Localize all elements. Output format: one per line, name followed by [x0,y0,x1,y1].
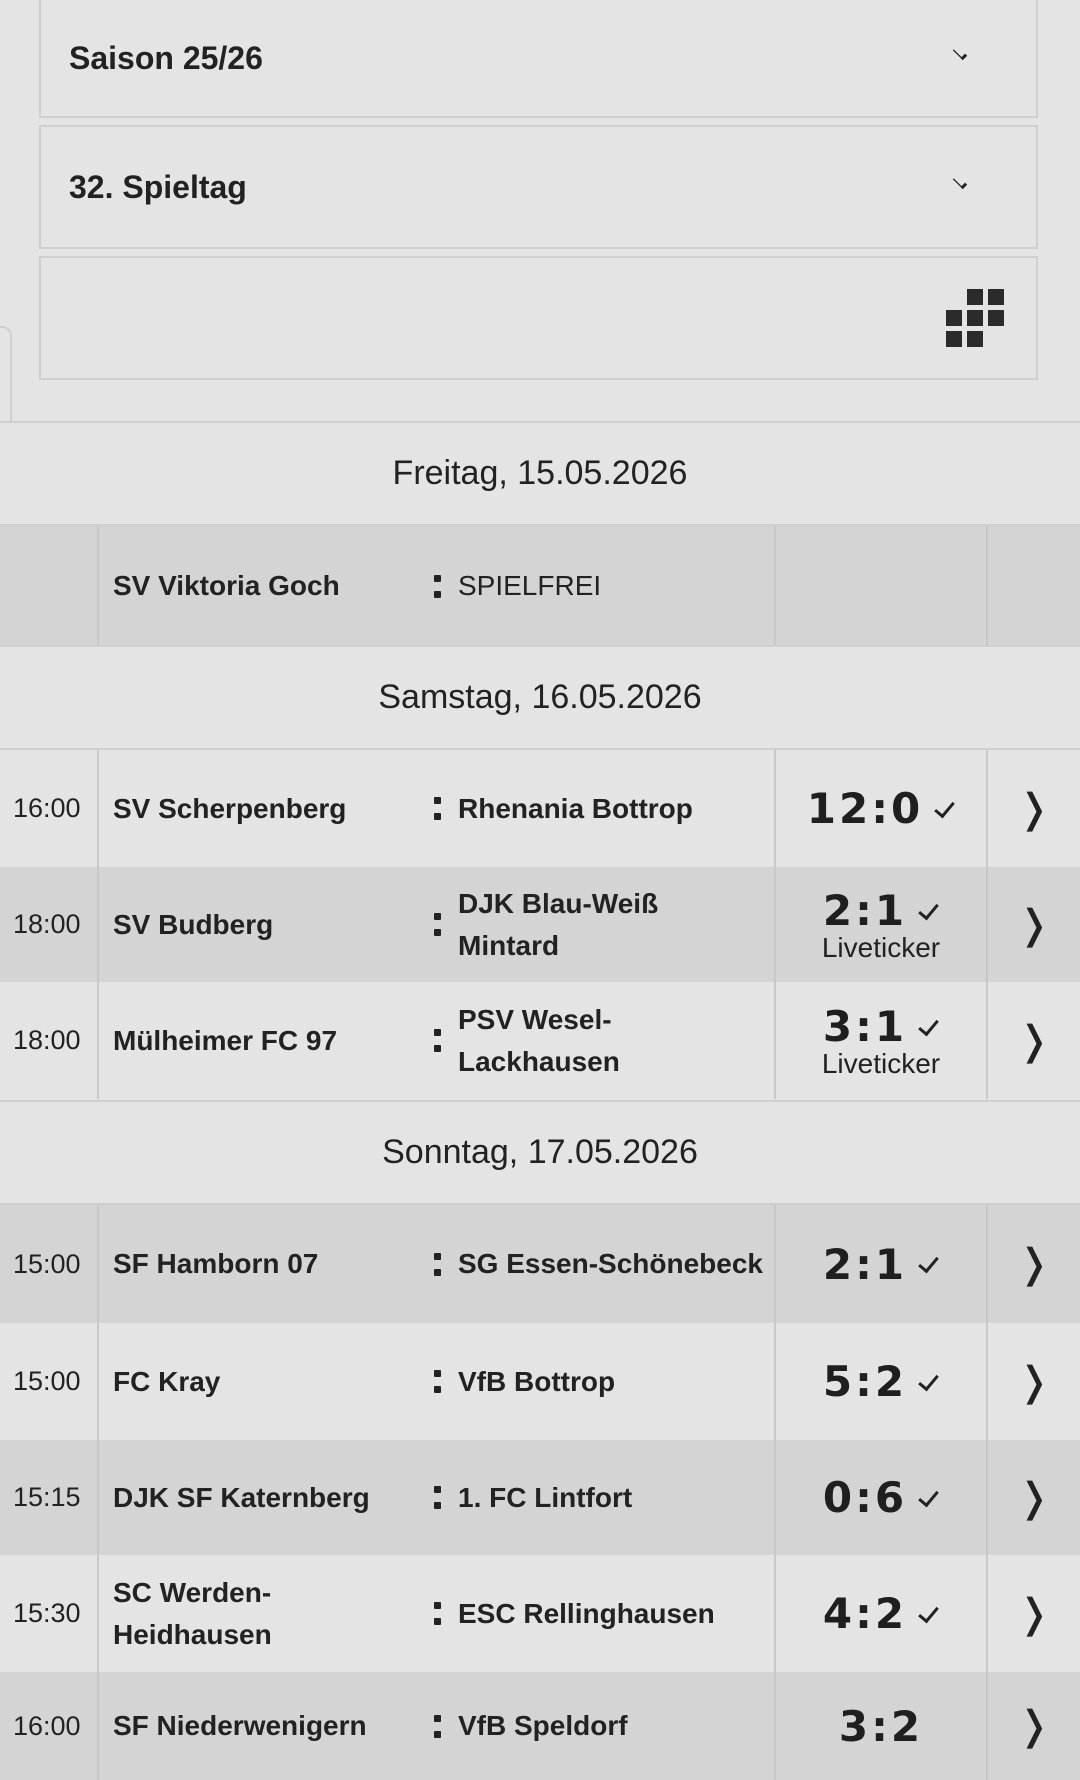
chevron-right-icon[interactable]: ❭ [986,1555,1080,1672]
day-date: Freitag, 15.05.2026 [392,454,688,492]
view-toggle-bar[interactable] [39,256,1038,380]
chevron-right-icon[interactable]: ❭ [986,1672,1080,1780]
match-score-cell: 12:0 [774,750,986,867]
away-team: SG Essen-Schönebeck [458,1248,764,1279]
grid-icon[interactable] [946,289,1004,347]
vs-separator [426,1323,448,1440]
match-row[interactable]: 18:00 Mülheimer FC 97 PSV Wesel-Lackhaus… [0,982,1080,1099]
vs-separator [426,867,448,982]
vs-separator [426,526,448,646]
match-time [0,526,99,646]
home-team: SF Hamborn 07 [113,1248,319,1279]
checkmark-icon [915,1252,939,1276]
match-row[interactable]: 15:30 SC Werden-Heidhausen ESC Rellingha… [0,1555,1080,1672]
away-team: PSV Wesel-Lackhausen [448,982,774,1099]
season-select-label: Saison 25/26 [69,39,263,76]
liveticker-link[interactable]: Liveticker [822,933,940,963]
match-score-cell: 3:2 [774,1672,986,1780]
match-time: 18:00 [0,867,99,982]
away-team: VfB Bottrop [458,1365,616,1397]
day-header: Freitag, 15.05.2026 [0,421,1080,526]
checkmark-icon [915,1015,939,1039]
match-time: 15:15 [0,1440,99,1555]
home-team: SV Budberg [113,908,274,940]
checkmark-icon [915,1486,939,1510]
away-team: SPIELFREI [458,570,602,601]
match-score: 3:1 [822,1002,908,1051]
day-date: Samstag, 16.05.2026 [378,678,702,716]
match-score-cell: 2:1 [774,1205,986,1323]
match-score: 3:2 [838,1701,924,1751]
away-team: Rhenania Bottrop [458,792,693,824]
match-score-cell [774,526,986,646]
home-team: Mülheimer FC 97 [113,1024,338,1056]
match-score: 12:0 [806,784,924,833]
match-score: 2:1 [822,1239,908,1289]
away-team-name: DJK Blau-Weiß Mintard [458,887,659,961]
matchday-select-label: 32. Spieltag [69,168,247,205]
away-team: DJK Blau-Weiß Mintard [448,867,774,982]
day-date: Sonntag, 17.05.2026 [382,1133,698,1171]
match-time: 18:00 [0,982,99,1099]
day-header: Sonntag, 17.05.2026 [0,1100,1080,1205]
day-header: Samstag, 16.05.2026 [0,645,1080,750]
match-row[interactable]: 18:00 SV Budberg DJK Blau-Weiß Mintard 2… [0,867,1080,982]
match-time: 15:30 [0,1555,99,1672]
vs-separator [426,1555,448,1672]
chevron-down-icon [946,171,978,203]
match-score-cell: 4:2 [774,1555,986,1672]
vs-separator [426,1440,448,1555]
chevron-right-icon[interactable]: ❭ [986,867,1080,982]
match-row[interactable]: 16:00 SV Scherpenberg Rhenania Bottrop 1… [0,750,1080,867]
chevron-right-icon[interactable]: ❭ [986,1323,1080,1440]
match-time: 16:00 [0,750,99,867]
checkmark-icon [915,1602,939,1626]
match-row[interactable]: 15:15 DJK SF Katernberg 1. FC Lintfort 0… [0,1440,1080,1555]
match-detail-cell [986,526,1080,646]
match-score: 5:2 [822,1357,908,1406]
match-score-cell: 5:2 [774,1323,986,1440]
chevron-right-icon[interactable]: ❭ [986,1440,1080,1555]
vs-separator [426,1672,448,1780]
match-score-cell: 0:6 [774,1440,986,1555]
vs-separator [426,982,448,1099]
home-team: SV Scherpenberg [113,792,347,824]
chevron-right-icon[interactable]: ❭ [986,750,1080,867]
home-team-name: SC Werden-Heidhausen [113,1576,272,1650]
away-team-name: PSV Wesel-Lackhausen [458,1003,620,1077]
home-team: SF Niederwenigern [113,1710,367,1741]
match-score: 4:2 [822,1589,908,1638]
chevron-right-icon[interactable]: ❭ [986,982,1080,1099]
match-time: 16:00 [0,1672,99,1780]
match-time: 15:00 [0,1323,99,1440]
match-score-cell: 2:1 Liveticker [774,867,986,982]
match-score: 0:6 [822,1473,908,1522]
away-team: VfB Speldorf [458,1710,628,1741]
match-time: 15:00 [0,1205,99,1323]
match-row[interactable]: SV Viktoria Goch SPIELFREI [0,526,1080,646]
match-score-cell: 3:1 Liveticker [774,982,986,1099]
vs-separator [426,750,448,867]
season-select[interactable]: Saison 25/26 [39,0,1038,118]
home-team: FC Kray [113,1365,221,1397]
match-row[interactable]: 15:00 SF Hamborn 07 SG Essen-Schönebeck … [0,1205,1080,1323]
checkmark-icon [915,899,939,923]
match-score: 2:1 [822,886,908,935]
away-team: 1. FC Lintfort [458,1481,633,1513]
home-team: DJK SF Katernberg [113,1481,370,1513]
away-team: ESC Rellinghausen [458,1597,715,1629]
chevron-right-icon[interactable]: ❭ [986,1205,1080,1323]
match-row[interactable]: 16:00 SF Niederwenigern VfB Speldorf 3:2… [0,1672,1080,1780]
home-team: SV Viktoria Goch [113,570,340,601]
liveticker-link[interactable]: Liveticker [822,1049,940,1079]
home-team: SC Werden-Heidhausen [99,1555,426,1672]
checkmark-icon [931,797,955,821]
matchday-select[interactable]: 32. Spieltag [39,125,1038,249]
match-row[interactable]: 15:00 FC Kray VfB Bottrop 5:2 ❭ [0,1323,1080,1440]
vs-separator [426,1205,448,1323]
checkmark-icon [915,1370,939,1394]
chevron-down-icon [946,42,978,74]
